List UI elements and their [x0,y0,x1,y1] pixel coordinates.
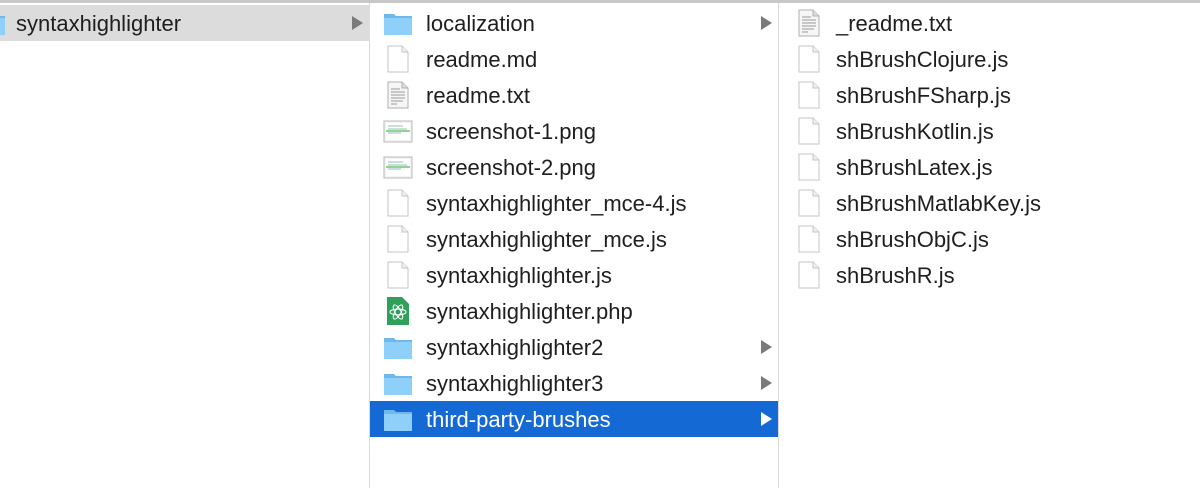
document-icon [794,225,824,253]
folder-icon [383,369,413,397]
document-icon [794,261,824,289]
file-row[interactable]: shBrushObjC.js [779,221,1200,257]
disclosure-arrow-icon [761,340,772,354]
file-row[interactable]: syntaxhighlighter_mce-4.js [370,185,778,221]
file-row[interactable]: readme.txt [370,77,778,113]
column-2[interactable]: localization readme.md readme.txt screensho… [370,3,779,488]
disclosure-arrow-icon [761,412,772,426]
item-name: shBrushFSharp.js [836,83,1011,108]
document-icon [383,225,413,253]
item-name: syntaxhighlighter.php [426,299,633,324]
file-row[interactable]: screenshot-2.png [370,149,778,185]
disclosure-arrow-icon [352,16,363,30]
document-icon [794,153,824,181]
item-name: syntaxhighlighter2 [426,335,604,360]
file-row[interactable]: syntaxhighlighter.php [370,293,778,329]
document-icon [794,81,824,109]
item-name: shBrushClojure.js [836,47,1009,72]
folder-icon [0,9,6,37]
folder-icon [383,333,413,361]
item-name: readme.md [426,47,538,72]
item-name: _readme.txt [836,11,953,36]
file-row[interactable]: shBrushMatlabKey.js [779,185,1200,221]
item-name: shBrushObjC.js [836,227,989,252]
file-row[interactable]: shBrushLatex.js [779,149,1200,185]
item-name: screenshot-2.png [426,155,596,180]
item-name: syntaxhighlighter_mce-4.js [426,191,687,216]
item-name: shBrushR.js [836,263,955,288]
document-icon [383,189,413,217]
column-1[interactable]: syntaxhighlighter [0,3,370,488]
item-name: shBrushLatex.js [836,155,993,180]
item-name: syntaxhighlighter_mce.js [426,227,667,252]
item-name: screenshot-1.png [426,119,596,144]
image-file-icon [383,153,413,181]
item-name: shBrushMatlabKey.js [836,191,1042,216]
image-file-icon [383,117,413,145]
item-name: syntaxhighlighter [16,11,182,36]
file-row[interactable]: readme.md [370,41,778,77]
file-row[interactable]: syntaxhighlighter.js [370,257,778,293]
item-name: syntaxhighlighter.js [426,263,612,288]
item-name: localization [426,11,535,36]
folder-row[interactable]: syntaxhighlighter [0,5,369,41]
disclosure-arrow-icon [761,16,772,30]
file-row[interactable]: _readme.txt [779,5,1200,41]
column-3[interactable]: _readme.txt shBrushClojure.js shBrushFShar… [779,3,1200,488]
file-row[interactable]: shBrushR.js [779,257,1200,293]
disclosure-arrow-icon [761,376,772,390]
file-row[interactable]: shBrushKotlin.js [779,113,1200,149]
item-name: readme.txt [426,83,530,108]
file-row[interactable]: shBrushFSharp.js [779,77,1200,113]
item-name: shBrushKotlin.js [836,119,994,144]
folder-row[interactable]: syntaxhighlighter3 [370,365,778,401]
document-icon [794,45,824,73]
text-document-icon [794,9,824,37]
folder-row[interactable]: localization [370,5,778,41]
document-icon [383,45,413,73]
document-icon [794,189,824,217]
file-row[interactable]: shBrushClojure.js [779,41,1200,77]
php-file-icon [383,297,413,325]
folder-icon [383,405,413,433]
document-icon [794,117,824,145]
file-row[interactable]: syntaxhighlighter_mce.js [370,221,778,257]
folder-row[interactable]: third-party-brushes [370,401,778,437]
text-document-icon [383,81,413,109]
folder-row[interactable]: syntaxhighlighter2 [370,329,778,365]
folder-icon [383,9,413,37]
document-icon [383,261,413,289]
item-name: syntaxhighlighter3 [426,371,604,396]
item-name: third-party-brushes [426,407,611,432]
file-row[interactable]: screenshot-1.png [370,113,778,149]
